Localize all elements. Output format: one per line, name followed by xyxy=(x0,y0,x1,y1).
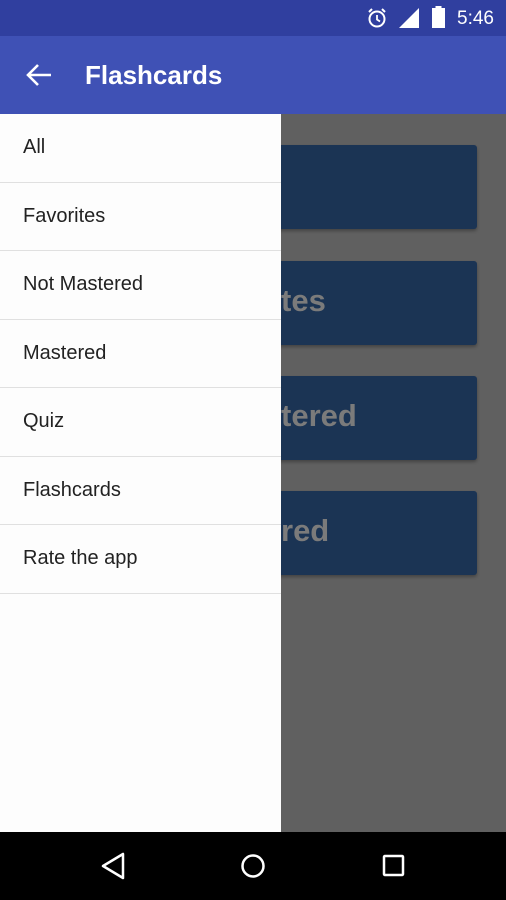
home-circle-icon[interactable] xyxy=(240,852,266,880)
status-time: 5:46 xyxy=(457,8,494,29)
drawer-item-mastered[interactable]: Mastered xyxy=(0,320,281,388)
page-title: Flashcards xyxy=(85,60,223,90)
navigation-drawer: All Favorites Not Mastered Mastered Quiz… xyxy=(0,114,281,832)
signal-icon xyxy=(399,8,419,28)
category-card[interactable]: tes xyxy=(260,261,477,345)
drawer-item-not-mastered[interactable]: Not Mastered xyxy=(0,251,281,320)
category-card[interactable] xyxy=(260,145,477,229)
arrow-back-icon[interactable] xyxy=(24,60,54,90)
alarm-icon xyxy=(368,8,386,28)
card-label: tered xyxy=(281,398,357,433)
drawer-item-favorites[interactable]: Favorites xyxy=(0,183,281,251)
system-nav-bar xyxy=(0,832,506,900)
drawer-item-flashcards[interactable]: Flashcards xyxy=(0,457,281,525)
category-card[interactable]: red xyxy=(260,491,477,575)
app-bar: Flashcards xyxy=(0,36,506,114)
drawer-item-all[interactable]: All xyxy=(0,114,281,183)
recents-square-icon[interactable] xyxy=(381,852,407,880)
card-label: red xyxy=(281,513,330,548)
status-bar: 5:46 xyxy=(0,0,506,36)
battery-icon xyxy=(432,6,445,28)
card-label: tes xyxy=(281,283,326,318)
drawer-item-quiz[interactable]: Quiz xyxy=(0,388,281,457)
category-card[interactable]: tered xyxy=(260,376,477,460)
back-triangle-icon[interactable] xyxy=(100,852,126,880)
drawer-item-rate-app[interactable]: Rate the app xyxy=(0,525,281,594)
